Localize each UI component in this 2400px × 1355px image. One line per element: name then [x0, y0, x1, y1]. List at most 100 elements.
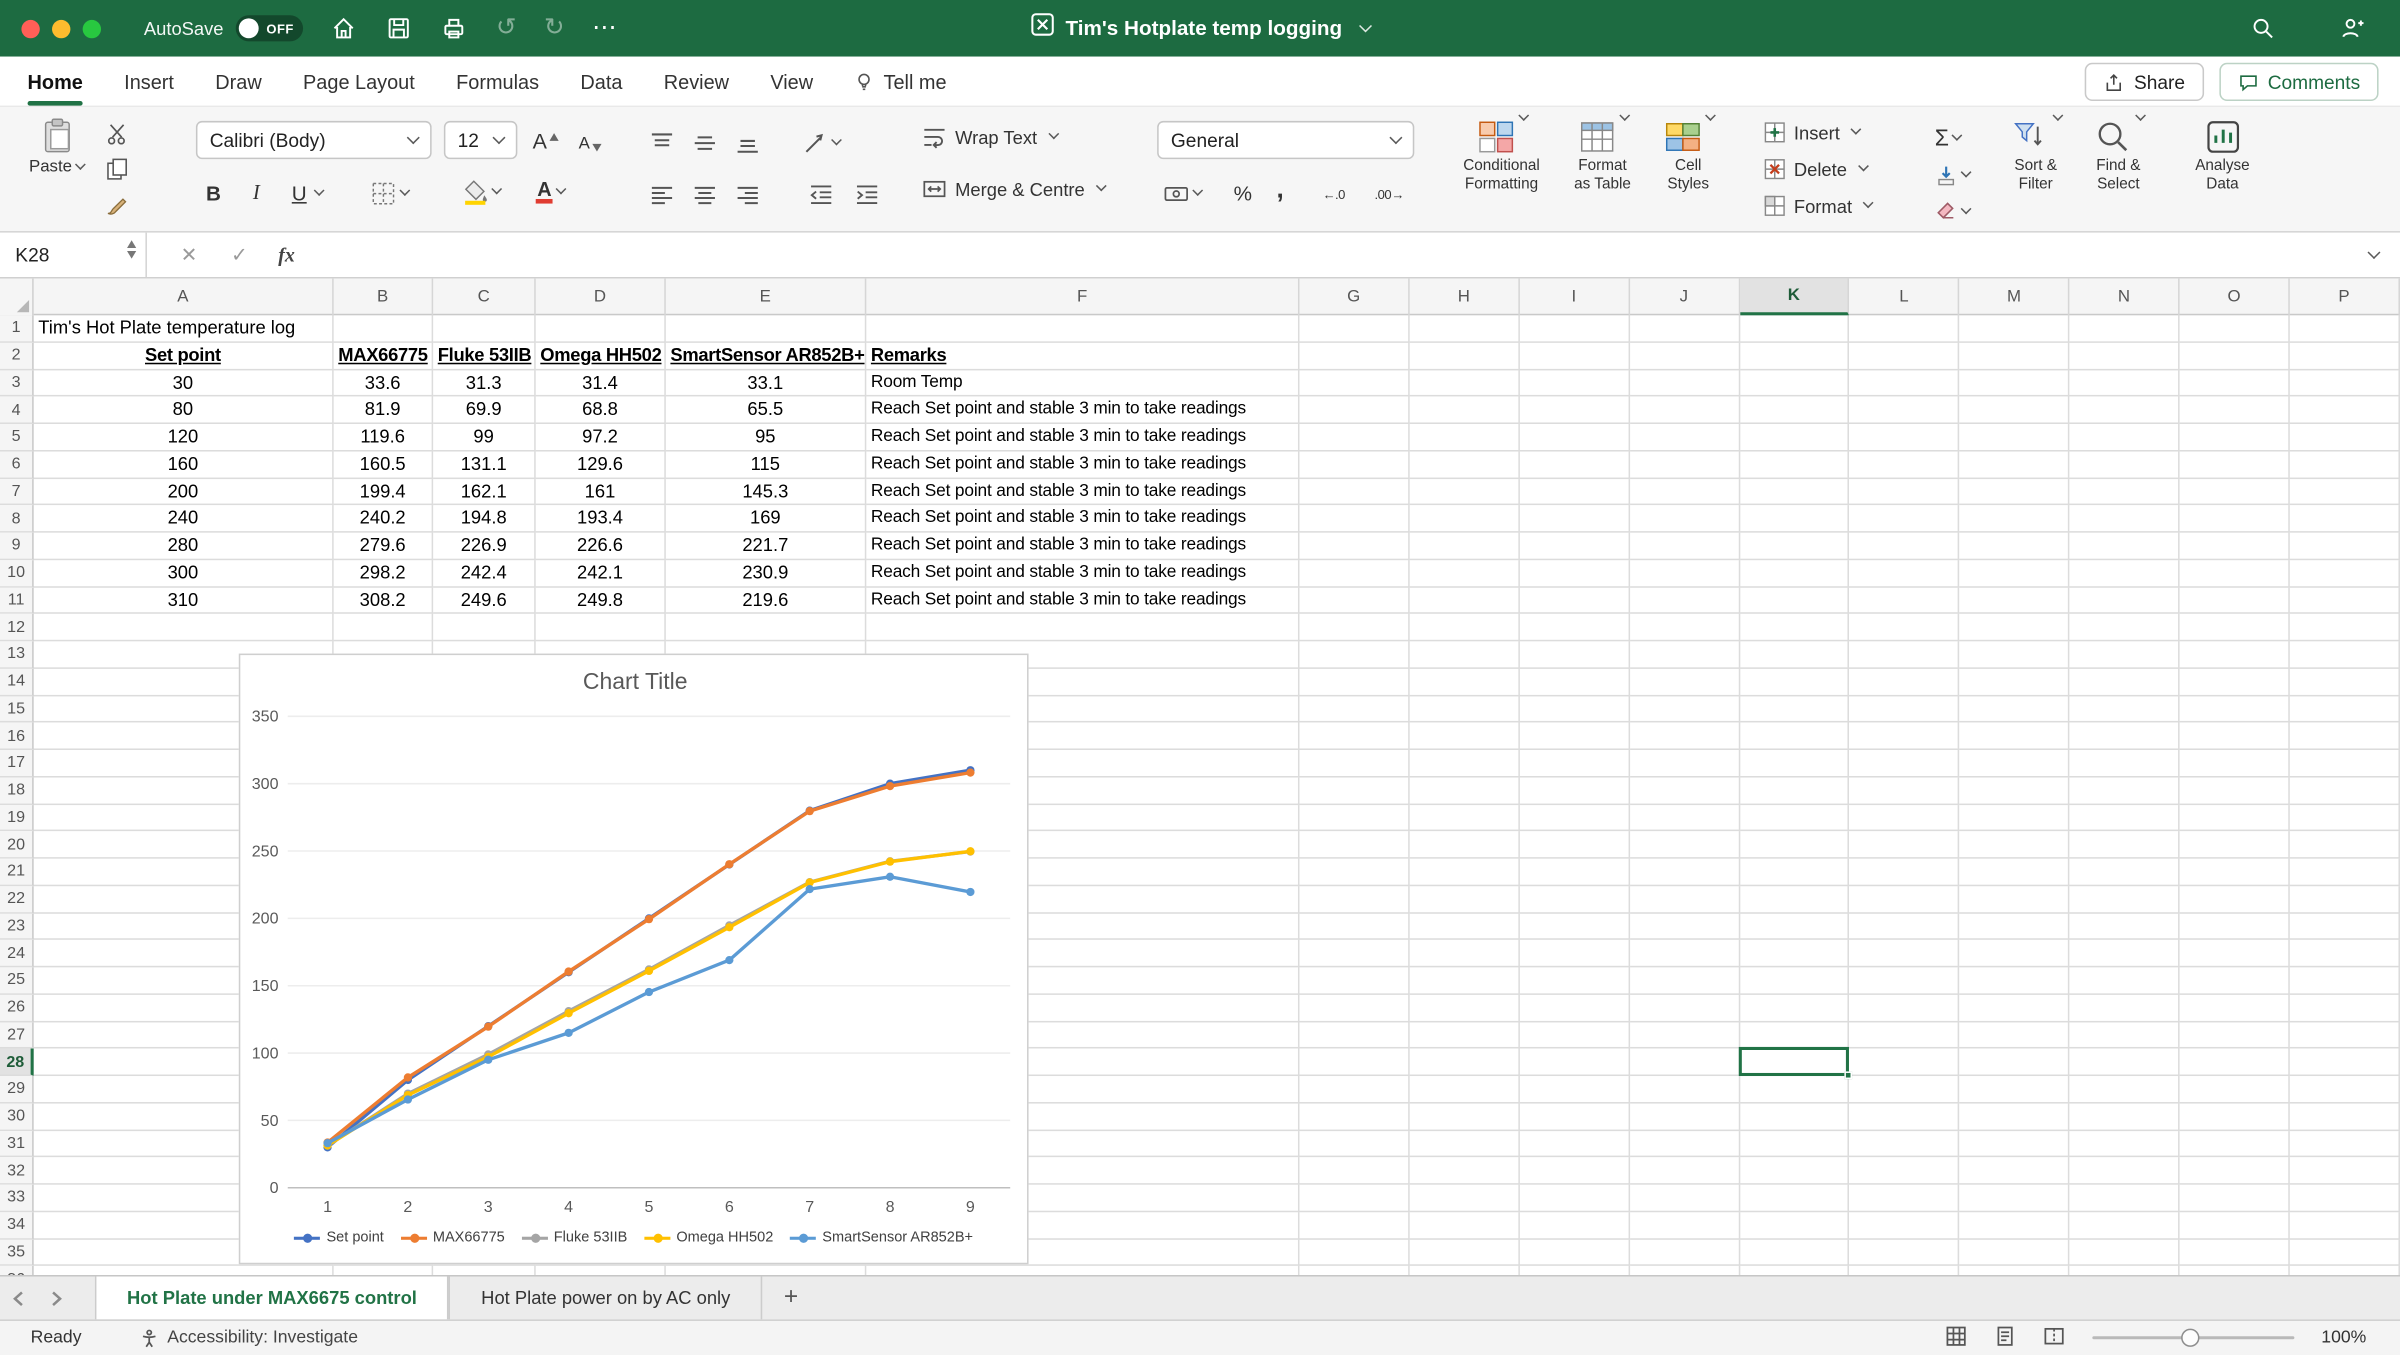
row-header-32[interactable]: 32 [0, 1158, 34, 1185]
cell-F7[interactable]: Reach Set point and stable 3 min to take… [866, 478, 1299, 505]
ribbon-tab-draw[interactable]: Draw [215, 70, 261, 93]
cell-H5[interactable] [1410, 424, 1520, 451]
cell-P16[interactable] [2290, 723, 2400, 750]
align-bottom-button[interactable] [735, 126, 761, 160]
cell-M36[interactable] [1960, 1266, 2070, 1275]
cell-J24[interactable] [1630, 940, 1740, 967]
cell-I9[interactable] [1520, 533, 1630, 560]
cell-G3[interactable] [1299, 370, 1409, 397]
home-icon[interactable] [328, 13, 359, 44]
cell-J36[interactable] [1630, 1266, 1740, 1275]
cell-L7[interactable] [1850, 478, 1960, 505]
cell-H14[interactable] [1410, 668, 1520, 695]
cell-A5[interactable]: 120 [34, 424, 334, 451]
cell-E10[interactable]: 230.9 [666, 560, 867, 587]
cell-K11[interactable] [1740, 587, 1850, 614]
cell-L13[interactable] [1850, 641, 1960, 668]
cell-O10[interactable] [2180, 560, 2290, 587]
cell-D7[interactable]: 161 [536, 478, 666, 505]
cell-C4[interactable]: 69.9 [433, 397, 536, 424]
cell-K29[interactable] [1740, 1076, 1850, 1103]
column-header-E[interactable]: E [666, 279, 867, 316]
cell-I22[interactable] [1520, 886, 1630, 913]
redo-icon[interactable]: ↻ [544, 16, 565, 40]
cell-H34[interactable] [1410, 1212, 1520, 1239]
clear-button[interactable] [1935, 194, 1970, 228]
cell-I11[interactable] [1520, 587, 1630, 614]
ribbon-tab-data[interactable]: Data [580, 70, 622, 93]
cell-F36[interactable] [866, 1266, 1299, 1275]
cell-M28[interactable] [1960, 1049, 2070, 1076]
cell-P9[interactable] [2290, 533, 2400, 560]
normal-view-button[interactable] [1945, 1325, 1966, 1351]
cell-O13[interactable] [2180, 641, 2290, 668]
cell-I19[interactable] [1520, 804, 1630, 831]
cell-I16[interactable] [1520, 723, 1630, 750]
cell-P26[interactable] [2290, 995, 2400, 1022]
row-header-10[interactable]: 10 [0, 560, 34, 587]
cell-J8[interactable] [1630, 505, 1740, 532]
cell-A1[interactable]: Tim's Hot Plate temperature log [34, 315, 334, 342]
cell-K3[interactable] [1740, 370, 1850, 397]
cell-J35[interactable] [1630, 1239, 1740, 1266]
column-header-K[interactable]: K [1740, 279, 1850, 316]
cell-G15[interactable] [1299, 696, 1409, 723]
cell-L16[interactable] [1850, 723, 1960, 750]
cell-G16[interactable] [1299, 723, 1409, 750]
cell-L26[interactable] [1850, 995, 1960, 1022]
cell-G29[interactable] [1299, 1076, 1409, 1103]
cell-I18[interactable] [1520, 777, 1630, 804]
cell-P18[interactable] [2290, 777, 2400, 804]
cell-K24[interactable] [1740, 940, 1850, 967]
formula-bar-expand-icon[interactable] [2367, 245, 2380, 258]
cell-A11[interactable]: 310 [34, 587, 334, 614]
row-header-31[interactable]: 31 [0, 1130, 34, 1157]
cell-P19[interactable] [2290, 804, 2400, 831]
align-top-button[interactable] [649, 126, 675, 160]
cell-J26[interactable] [1630, 995, 1740, 1022]
ribbon-tab-formulas[interactable]: Formulas [456, 70, 539, 93]
format-painter-icon[interactable] [104, 191, 130, 217]
cell-A3[interactable]: 30 [34, 370, 334, 397]
cell-B4[interactable]: 81.9 [334, 397, 433, 424]
cell-B10[interactable]: 298.2 [334, 560, 433, 587]
cell-C11[interactable]: 249.6 [433, 587, 536, 614]
cell-J5[interactable] [1630, 424, 1740, 451]
decrease-decimal-button[interactable]: .00→ [1374, 178, 1403, 212]
cell-C36[interactable] [433, 1266, 536, 1275]
cell-M31[interactable] [1960, 1130, 2070, 1157]
cell-J15[interactable] [1630, 696, 1740, 723]
confirm-entry-icon[interactable]: ✓ [231, 243, 248, 267]
cell-L14[interactable] [1850, 668, 1960, 695]
cell-H1[interactable] [1410, 315, 1520, 342]
cell-L31[interactable] [1850, 1130, 1960, 1157]
paste-button[interactable]: Paste [21, 116, 91, 176]
cell-O12[interactable] [2180, 614, 2290, 641]
cell-O25[interactable] [2180, 967, 2290, 994]
cell-D36[interactable] [536, 1266, 666, 1275]
cell-M6[interactable] [1960, 451, 2070, 478]
cell-P24[interactable] [2290, 940, 2400, 967]
cell-O21[interactable] [2180, 859, 2290, 886]
cell-K30[interactable] [1740, 1103, 1850, 1130]
zoom-slider[interactable] [2092, 1327, 2294, 1348]
cell-L17[interactable] [1850, 750, 1960, 777]
row-header-36[interactable]: 36 [0, 1266, 34, 1275]
cell-H27[interactable] [1410, 1022, 1520, 1049]
cell-L20[interactable] [1850, 832, 1960, 859]
cell-H16[interactable] [1410, 723, 1520, 750]
row-header-8[interactable]: 8 [0, 505, 34, 532]
cell-J29[interactable] [1630, 1076, 1740, 1103]
cell-K12[interactable] [1740, 614, 1850, 641]
row-header-23[interactable]: 23 [0, 913, 34, 940]
cell-J12[interactable] [1630, 614, 1740, 641]
cell-E8[interactable]: 169 [666, 505, 867, 532]
cell-A6[interactable]: 160 [34, 451, 334, 478]
cell-I26[interactable] [1520, 995, 1630, 1022]
cell-D4[interactable]: 68.8 [536, 397, 666, 424]
cell-M30[interactable] [1960, 1103, 2070, 1130]
row-header-27[interactable]: 27 [0, 1022, 34, 1049]
cell-K2[interactable] [1740, 342, 1850, 369]
cell-I28[interactable] [1520, 1049, 1630, 1076]
cell-J3[interactable] [1630, 370, 1740, 397]
